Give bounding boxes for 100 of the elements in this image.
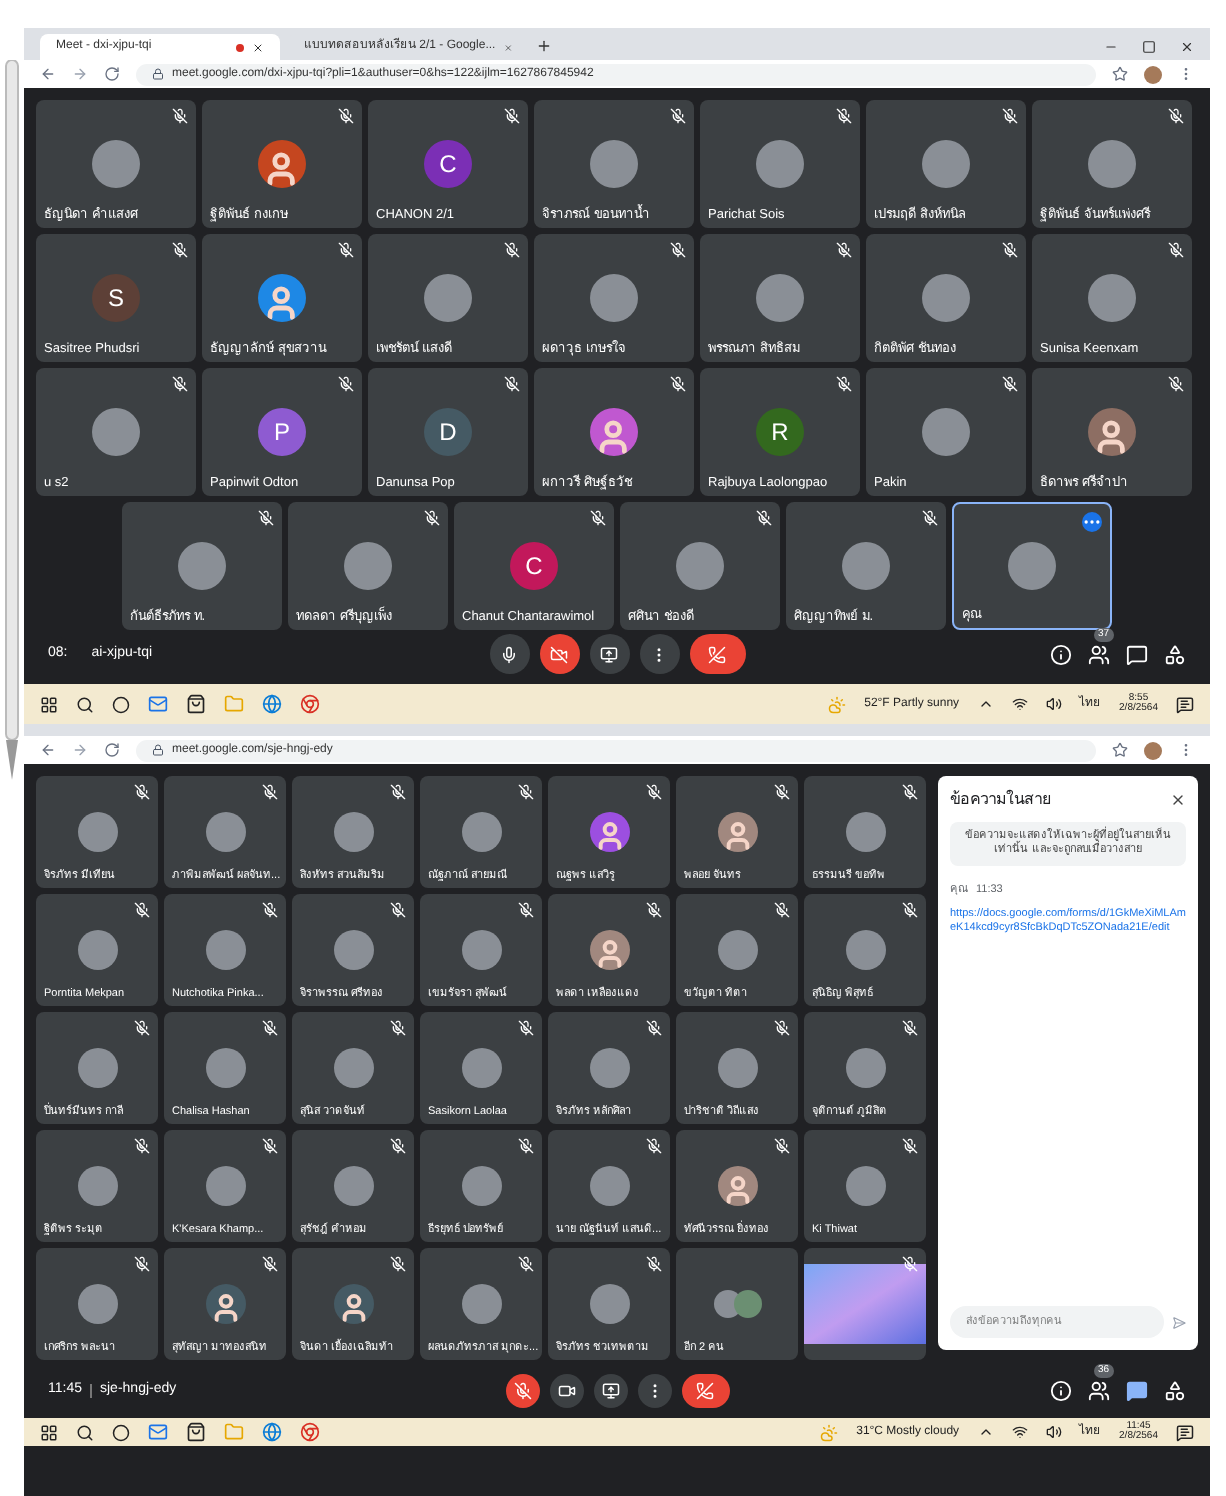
letter-avatar: R: [756, 408, 804, 456]
bag-icon[interactable]: [186, 1422, 206, 1442]
present-button[interactable]: [593, 1373, 627, 1407]
photo-placeholder: [77, 1284, 117, 1324]
phone-icon: [708, 645, 726, 663]
more-button[interactable]: [637, 1373, 671, 1407]
photo-placeholder: [842, 542, 890, 590]
photo-placeholder: [756, 274, 804, 322]
volume-icon: [1045, 1424, 1062, 1440]
windows-icon[interactable]: [40, 1423, 58, 1441]
microphone-off-icon: [513, 1381, 531, 1399]
globe-icon[interactable]: [262, 694, 282, 714]
reload-icon[interactable]: [104, 742, 120, 758]
volume-icon: [1045, 696, 1062, 712]
profile-avatar[interactable]: [1144, 65, 1162, 83]
bag-icon[interactable]: [186, 694, 206, 714]
photo-placeholder: [922, 408, 970, 456]
profile-avatar[interactable]: [1144, 741, 1162, 759]
photo-placeholder: [205, 1166, 245, 1206]
letter-avatar: C: [510, 542, 558, 590]
microphone-button[interactable]: [489, 634, 529, 674]
photo-placeholder: [77, 1048, 117, 1088]
chevron-up-icon[interactable]: [977, 1424, 994, 1440]
photo-placeholder: [590, 140, 638, 188]
photo-placeholder: [461, 1284, 501, 1324]
bookmark-star-icon[interactable]: [1112, 742, 1128, 758]
photo-placeholder: [77, 930, 117, 970]
back-icon[interactable]: [40, 742, 56, 758]
chat-title: ข้อความในสาย: [950, 788, 1052, 812]
present-screen-icon: [600, 645, 618, 663]
more-button[interactable]: [639, 634, 679, 674]
photo-placeholder: [77, 812, 117, 852]
circle-icon[interactable]: [112, 695, 130, 713]
notifications-icon[interactable]: [1176, 695, 1194, 713]
activities-icon[interactable]: [1164, 643, 1186, 665]
close-icon[interactable]: [1170, 792, 1186, 808]
microphone-button[interactable]: [505, 1373, 539, 1407]
photo-placeholder: [333, 812, 373, 852]
close-icon[interactable]: [1180, 40, 1194, 54]
chat-icon[interactable]: [1126, 1379, 1148, 1401]
wifi-icon: [1011, 696, 1028, 712]
present-button[interactable]: [589, 634, 629, 674]
photo-placeholder: [333, 1048, 373, 1088]
photo-placeholder: [717, 1048, 757, 1088]
people-icon[interactable]: [1088, 1379, 1110, 1401]
photo-placeholder: [178, 542, 226, 590]
photo-placeholder: [676, 542, 724, 590]
photo-placeholder: [205, 930, 245, 970]
maximize-icon[interactable]: [1142, 40, 1156, 54]
letter-avatar: S: [92, 274, 140, 322]
camera-button[interactable]: [539, 634, 579, 674]
globe-icon[interactable]: [262, 1422, 282, 1442]
present-screen-icon: [601, 1381, 619, 1399]
end-call-button[interactable]: [681, 1373, 729, 1407]
photo-placeholder: [424, 274, 472, 322]
lock-icon: [152, 68, 164, 80]
photo-placeholder: [589, 1166, 629, 1206]
windows-icon[interactable]: [40, 695, 58, 713]
close-icon[interactable]: [252, 41, 264, 53]
photo-placeholder: [845, 930, 885, 970]
letter-avatar: P: [258, 408, 306, 456]
photo-placeholder: [461, 812, 501, 852]
letter-avatar: D: [424, 408, 472, 456]
people-icon[interactable]: [1088, 643, 1110, 665]
chevron-up-icon[interactable]: [977, 696, 994, 712]
activities-icon[interactable]: [1164, 1379, 1186, 1401]
search-icon[interactable]: [76, 695, 94, 713]
bookmark-star-icon[interactable]: [1112, 66, 1128, 82]
info-icon[interactable]: [1050, 643, 1072, 665]
photo-placeholder: [92, 140, 140, 188]
new-tab-icon[interactable]: [536, 38, 552, 54]
search-icon[interactable]: [76, 1423, 94, 1441]
photo-placeholder: [922, 274, 970, 322]
mail-icon[interactable]: [148, 694, 168, 714]
photo-placeholder: [92, 408, 140, 456]
weather-icon: [828, 695, 847, 713]
browser-icon[interactable]: [300, 694, 320, 714]
photo-placeholder: [461, 1048, 501, 1088]
group-avatars-icon: [713, 1290, 761, 1318]
wifi-icon: [1011, 1424, 1028, 1440]
video-placeholder: [804, 1264, 926, 1344]
circle-icon[interactable]: [112, 1423, 130, 1441]
letter-avatar: C: [424, 140, 472, 188]
photo-placeholder: [589, 1048, 629, 1088]
photo-placeholder: [461, 930, 501, 970]
reload-icon[interactable]: [104, 66, 120, 82]
mail-icon[interactable]: [148, 1422, 168, 1442]
photo-placeholder: [344, 542, 392, 590]
minimize-icon[interactable]: [1104, 40, 1118, 54]
notifications-icon[interactable]: [1176, 1423, 1194, 1441]
more-icon[interactable]: [1082, 512, 1102, 532]
info-icon[interactable]: [1050, 1379, 1072, 1401]
photo-placeholder: [845, 812, 885, 852]
photo-placeholder: [1088, 140, 1136, 188]
browser-icon[interactable]: [300, 1422, 320, 1442]
end-call-button[interactable]: [689, 634, 745, 674]
photo-placeholder: [461, 1166, 501, 1206]
camera-button[interactable]: [549, 1373, 583, 1407]
photo-placeholder: [845, 1048, 885, 1088]
back-icon[interactable]: [40, 66, 56, 82]
